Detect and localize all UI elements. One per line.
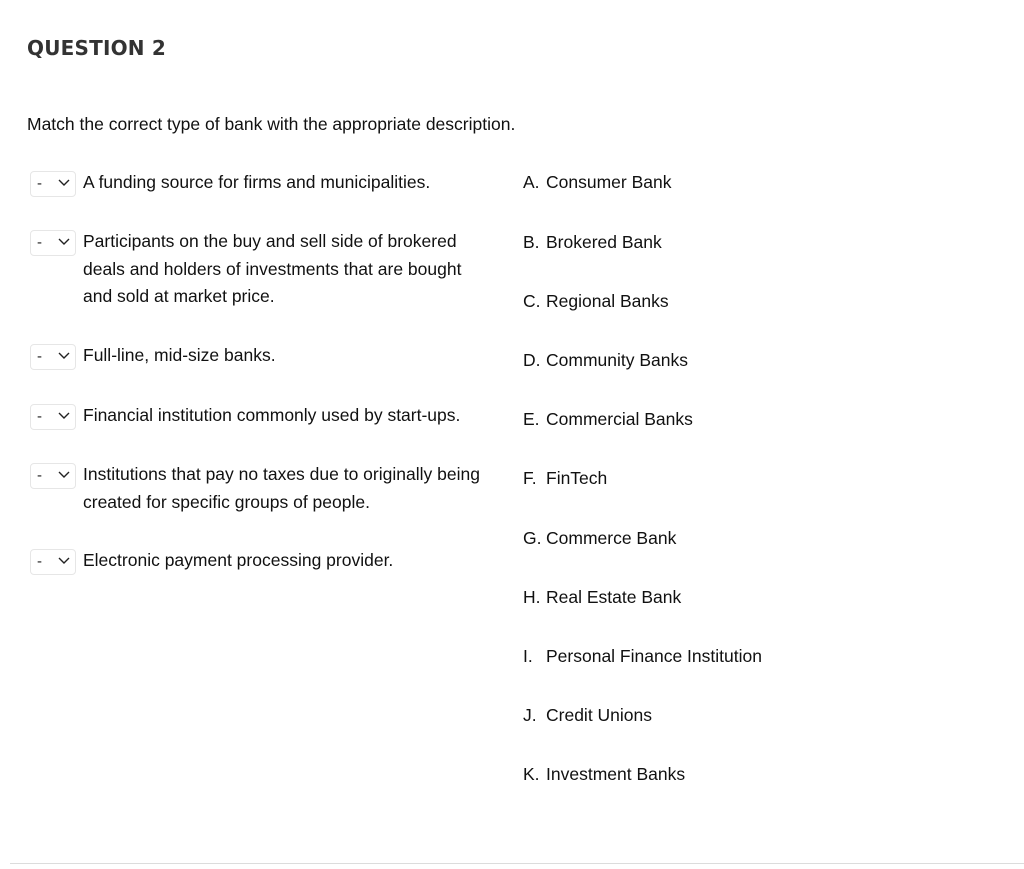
answer-letter: F. <box>523 468 537 488</box>
select-value: - <box>37 234 42 251</box>
prompt-text: Institutions that pay no taxes due to or… <box>83 464 480 512</box>
answer-text: Commerce Bank <box>546 528 677 548</box>
answer-letter: C. <box>523 291 541 311</box>
answer-text: Consumer Bank <box>546 172 672 192</box>
answer-letter: G. <box>523 528 542 548</box>
question-title: QUESTION 2 <box>27 36 167 60</box>
prompt-row: - Financial institution commonly used by… <box>30 404 500 430</box>
match-select[interactable]: - <box>30 549 76 575</box>
answer-letter: D. <box>523 350 541 370</box>
answer-text: Commercial Banks <box>546 409 693 429</box>
chevron-down-icon <box>58 412 70 419</box>
prompt-row: - Participants on the buy and sell side … <box>30 230 500 311</box>
answer-text: Personal Finance Institution <box>546 646 762 666</box>
answer-text: Investment Banks <box>546 764 686 784</box>
answer-item: A. Consumer Bank <box>523 172 671 193</box>
prompt-text: A funding source for firms and municipal… <box>83 172 431 192</box>
answer-text: Credit Unions <box>546 705 653 725</box>
prompt-text: Electronic payment processing provider. <box>83 550 394 570</box>
chevron-down-icon <box>58 471 70 478</box>
answer-letter: A. <box>523 172 540 192</box>
chevron-down-icon <box>58 238 70 245</box>
bottom-divider <box>10 863 1024 864</box>
answer-letter: H. <box>523 587 541 607</box>
chevron-down-icon <box>58 557 70 564</box>
answer-letter: E. <box>523 409 540 429</box>
answer-text: Brokered Bank <box>546 232 662 252</box>
answer-item: G. Commerce Bank <box>523 528 676 549</box>
prompt-text: Participants on the buy and sell side of… <box>83 231 462 306</box>
answer-text: FinTech <box>546 468 608 488</box>
answer-text: Real Estate Bank <box>546 587 682 607</box>
answer-text: Regional Banks <box>546 291 669 311</box>
prompt-text: Full-line, mid-size banks. <box>83 345 276 365</box>
chevron-down-icon <box>58 352 70 359</box>
prompt-row: - A funding source for firms and municip… <box>30 171 500 197</box>
prompt-row: - Electronic payment processing provider… <box>30 549 500 575</box>
select-value: - <box>37 175 42 192</box>
select-value: - <box>37 348 42 365</box>
match-select[interactable]: - <box>30 171 76 197</box>
answer-item: K. Investment Banks <box>523 764 685 785</box>
answer-text: Community Banks <box>546 350 688 370</box>
question-instruction: Match the correct type of bank with the … <box>27 114 516 134</box>
answer-item: B. Brokered Bank <box>523 232 662 253</box>
answer-item: E. Commercial Banks <box>523 409 693 430</box>
answer-item: I. Personal Finance Institution <box>523 646 762 667</box>
match-select[interactable]: - <box>30 344 76 370</box>
prompt-row: - Full-line, mid-size banks. <box>30 344 500 370</box>
answer-item: J. Credit Unions <box>523 705 652 726</box>
answer-item: C. Regional Banks <box>523 291 669 312</box>
answer-letter: B. <box>523 232 540 252</box>
prompt-row: - Institutions that pay no taxes due to … <box>30 463 500 516</box>
match-select[interactable]: - <box>30 404 76 430</box>
answer-letter: K. <box>523 764 540 784</box>
answer-item: H. Real Estate Bank <box>523 587 681 608</box>
match-select[interactable]: - <box>30 463 76 489</box>
answer-letter: I. <box>523 646 533 666</box>
answer-item: D. Community Banks <box>523 350 688 371</box>
answer-letter: J. <box>523 705 537 725</box>
select-value: - <box>37 467 42 484</box>
select-value: - <box>37 408 42 425</box>
match-select[interactable]: - <box>30 230 76 256</box>
answer-item: F. FinTech <box>523 468 607 489</box>
select-value: - <box>37 553 42 570</box>
prompt-text: Financial institution commonly used by s… <box>83 405 461 425</box>
chevron-down-icon <box>58 179 70 186</box>
